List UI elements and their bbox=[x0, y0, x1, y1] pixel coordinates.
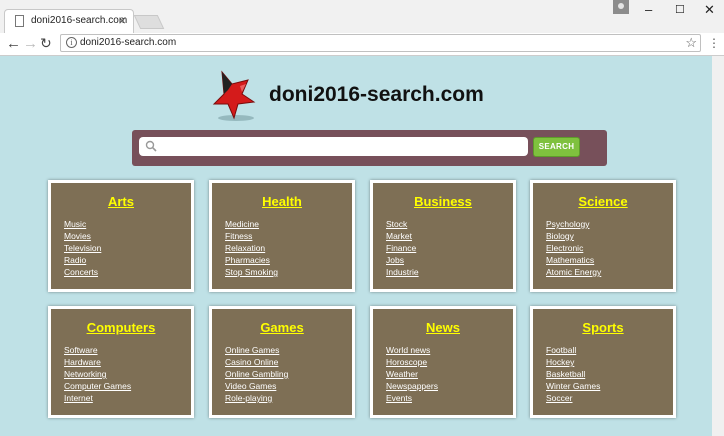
search-bar: SEARCH bbox=[132, 130, 607, 166]
category-title[interactable]: Business bbox=[373, 194, 513, 209]
category-link[interactable]: Horoscope bbox=[386, 357, 427, 367]
category-link[interactable]: Radio bbox=[64, 255, 86, 265]
category-link[interactable]: Movies bbox=[64, 231, 91, 241]
category-link[interactable]: Football bbox=[546, 345, 576, 355]
close-icon[interactable]: × bbox=[118, 13, 126, 28]
category-link[interactable]: Soccer bbox=[546, 393, 572, 403]
category-link[interactable]: Networking bbox=[64, 369, 107, 379]
category-link[interactable]: Relaxation bbox=[225, 243, 265, 253]
category-card-news: News World news Horoscope Weather Newspa… bbox=[370, 306, 516, 418]
search-icon bbox=[145, 140, 157, 152]
category-link[interactable]: Events bbox=[386, 393, 412, 403]
category-link[interactable]: Finance bbox=[386, 243, 416, 253]
category-link[interactable]: Hockey bbox=[546, 357, 574, 367]
forward-icon[interactable]: → bbox=[23, 35, 38, 52]
category-link[interactable]: Online Gambling bbox=[225, 369, 288, 379]
category-link[interactable]: Computer Games bbox=[64, 381, 131, 391]
bookmark-star-icon[interactable]: ☆ bbox=[685, 35, 697, 51]
user-icon[interactable] bbox=[613, 0, 629, 14]
maximize-icon[interactable]: ☐ bbox=[675, 3, 685, 16]
category-link[interactable]: Hardware bbox=[64, 357, 101, 367]
category-link[interactable]: Music bbox=[64, 219, 86, 229]
site-title: doni2016-search.com bbox=[269, 83, 484, 106]
page-scrollbar[interactable] bbox=[712, 56, 724, 436]
category-card-arts: Arts Music Movies Television Radio Conce… bbox=[48, 180, 194, 292]
category-card-health: Health Medicine Fitness Relaxation Pharm… bbox=[209, 180, 355, 292]
category-link[interactable]: World news bbox=[386, 345, 430, 355]
close-window-icon[interactable]: ✕ bbox=[704, 2, 715, 18]
category-link[interactable]: Stop Smoking bbox=[225, 267, 278, 277]
address-url: doni2016-search.com bbox=[80, 37, 177, 48]
category-link[interactable]: Fitness bbox=[225, 231, 252, 241]
category-link[interactable]: Psychology bbox=[546, 219, 589, 229]
category-link[interactable]: Stock bbox=[386, 219, 407, 229]
tab-title: doni2016-search.com bbox=[31, 15, 128, 26]
category-title[interactable]: Sports bbox=[533, 320, 673, 335]
category-link[interactable]: Newspappers bbox=[386, 381, 438, 391]
new-tab-button[interactable] bbox=[133, 15, 165, 29]
search-box bbox=[139, 137, 528, 156]
category-link[interactable]: Electronic bbox=[546, 243, 583, 253]
category-link[interactable]: Industrie bbox=[386, 267, 419, 277]
category-link[interactable]: Atomic Energy bbox=[546, 267, 601, 277]
minimize-icon[interactable]: – bbox=[645, 2, 652, 17]
page-content: doni2016-search.com SEARCH Arts Music Mo… bbox=[0, 56, 724, 436]
category-link[interactable]: Jobs bbox=[386, 255, 404, 265]
menu-icon[interactable]: ⋮ bbox=[708, 36, 720, 50]
category-link[interactable]: Software bbox=[64, 345, 98, 355]
category-card-business: Business Stock Market Finance Jobs Indus… bbox=[370, 180, 516, 292]
category-link[interactable]: Concerts bbox=[64, 267, 98, 277]
category-card-sports: Sports Football Hockey Basketball Winter… bbox=[530, 306, 676, 418]
category-link[interactable]: Pharmacies bbox=[225, 255, 270, 265]
search-button[interactable]: SEARCH bbox=[533, 137, 580, 157]
category-card-games: Games Online Games Casino Online Online … bbox=[209, 306, 355, 418]
back-icon[interactable]: ← bbox=[6, 35, 21, 52]
category-link[interactable]: Market bbox=[386, 231, 412, 241]
address-bar[interactable]: i doni2016-search.com ☆ bbox=[60, 34, 701, 52]
reload-icon[interactable]: ↻ bbox=[40, 35, 52, 52]
category-title[interactable]: News bbox=[373, 320, 513, 335]
browser-toolbar: ← → ↻ i doni2016-search.com ☆ ⋮ bbox=[0, 33, 724, 56]
category-link[interactable]: Medicine bbox=[225, 219, 259, 229]
category-title[interactable]: Computers bbox=[51, 320, 191, 335]
category-link[interactable]: Mathematics bbox=[546, 255, 594, 265]
category-link[interactable]: Television bbox=[64, 243, 101, 253]
category-link[interactable]: Weather bbox=[386, 369, 418, 379]
category-link[interactable]: Internet bbox=[64, 393, 93, 403]
category-card-science: Science Psychology Biology Electronic Ma… bbox=[530, 180, 676, 292]
category-link[interactable]: Online Games bbox=[225, 345, 279, 355]
document-icon bbox=[15, 15, 24, 27]
browser-tab[interactable]: doni2016-search.com × bbox=[4, 9, 134, 33]
red-star-icon bbox=[212, 70, 256, 121]
search-input[interactable] bbox=[163, 139, 518, 153]
category-title[interactable]: Arts bbox=[51, 194, 191, 209]
category-title[interactable]: Science bbox=[533, 194, 673, 209]
category-link[interactable]: Role-playing bbox=[225, 393, 272, 403]
browser-titlebar: doni2016-search.com × – ☐ ✕ bbox=[0, 0, 724, 33]
category-link[interactable]: Winter Games bbox=[546, 381, 600, 391]
category-card-computers: Computers Software Hardware Networking C… bbox=[48, 306, 194, 418]
info-icon[interactable]: i bbox=[66, 37, 77, 48]
category-title[interactable]: Health bbox=[212, 194, 352, 209]
category-title[interactable]: Games bbox=[212, 320, 352, 335]
category-link[interactable]: Casino Online bbox=[225, 357, 278, 367]
category-link[interactable]: Basketball bbox=[546, 369, 585, 379]
category-link[interactable]: Video Games bbox=[225, 381, 276, 391]
category-link[interactable]: Biology bbox=[546, 231, 574, 241]
